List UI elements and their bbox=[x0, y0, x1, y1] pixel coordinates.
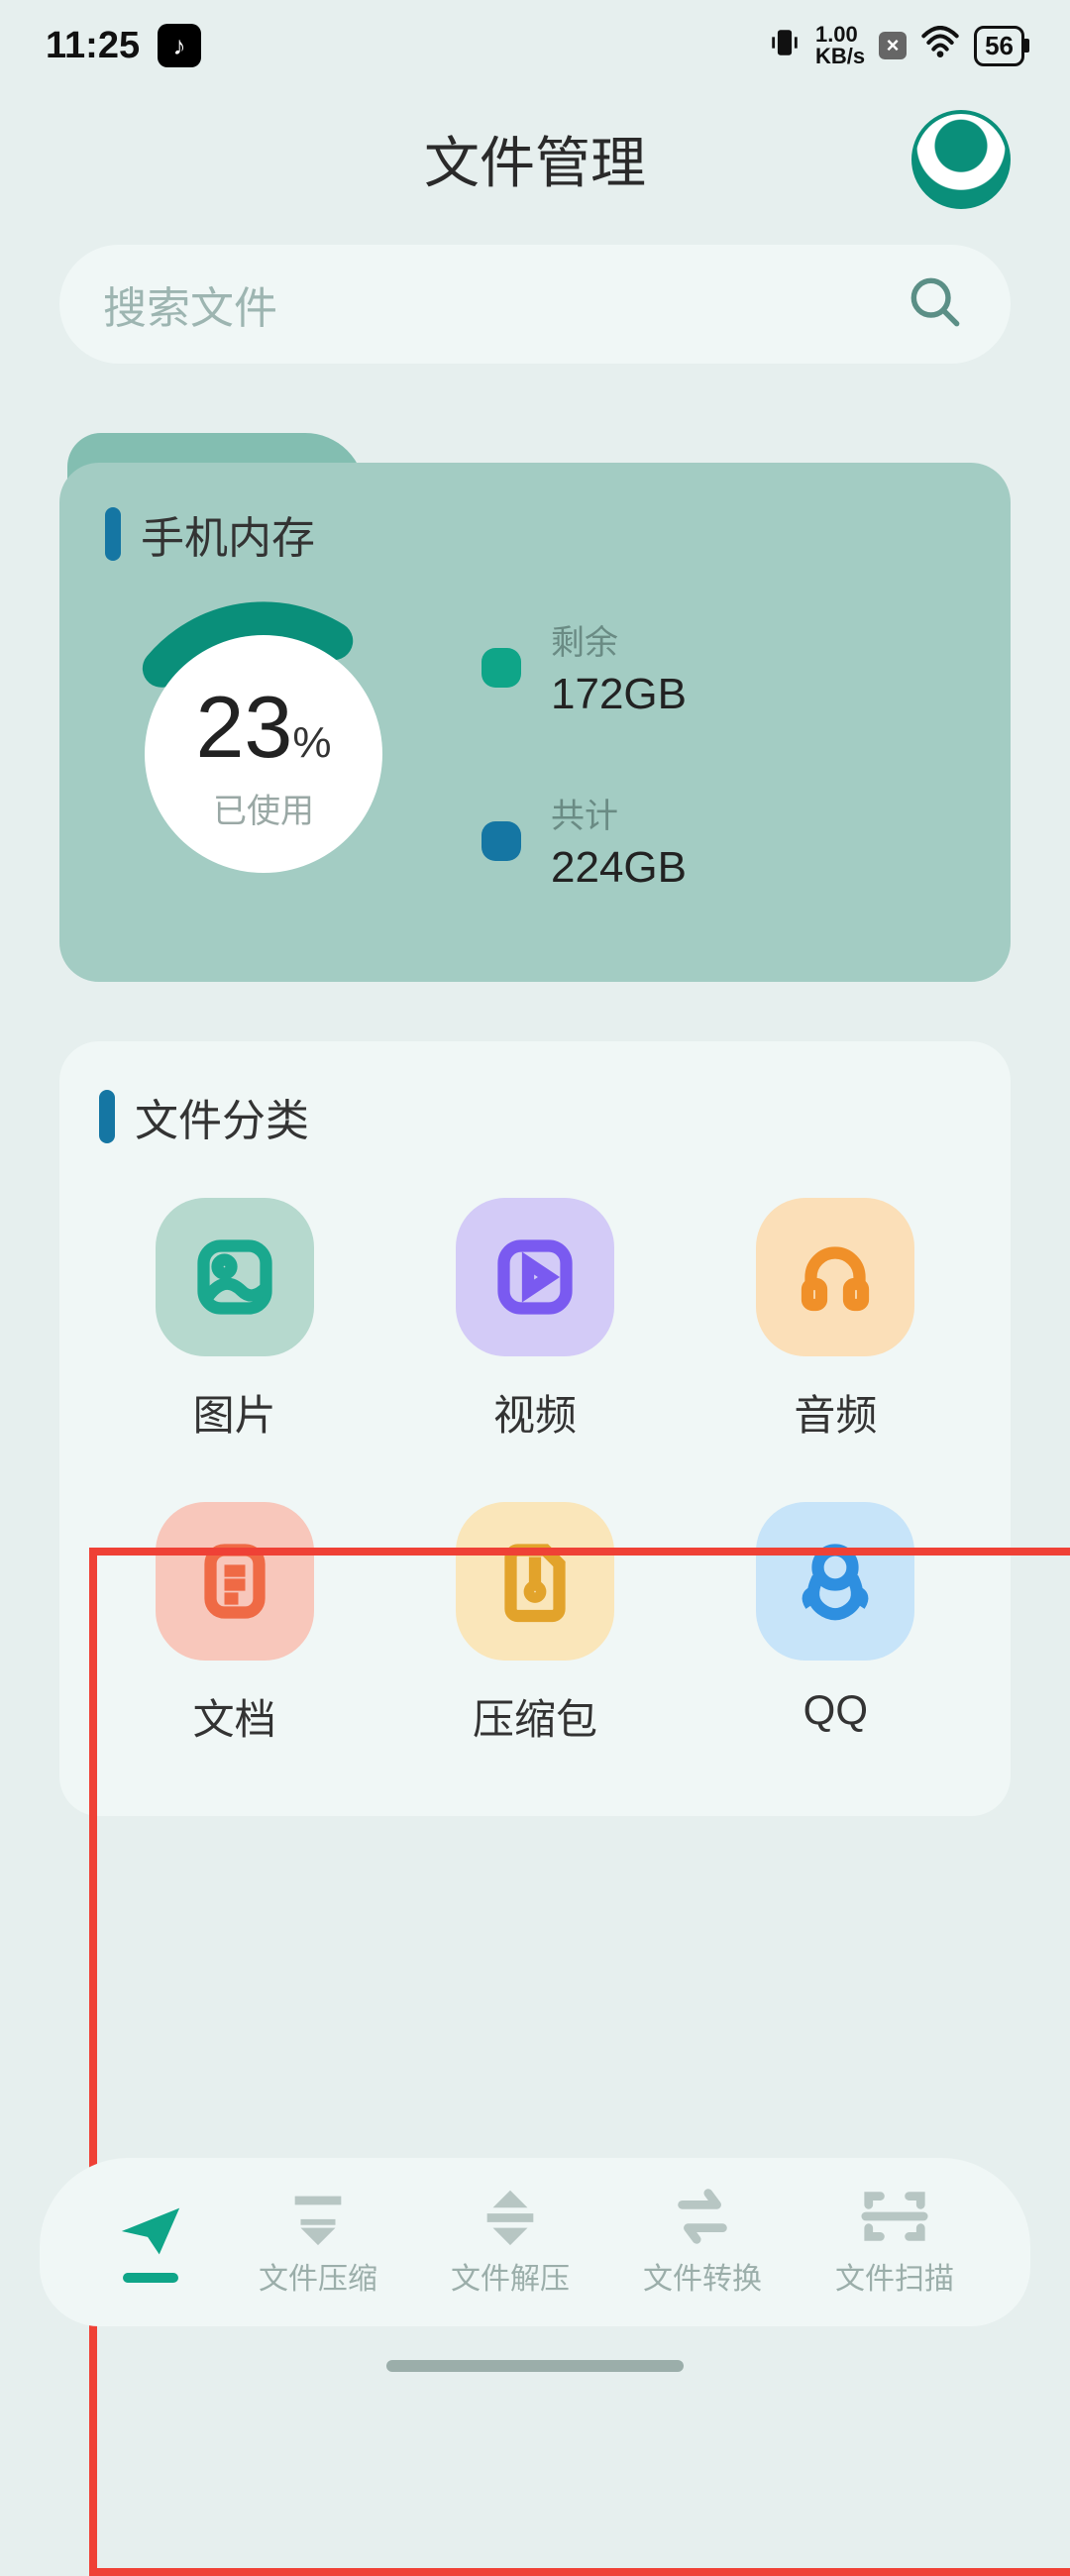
category-qq[interactable]: QQ bbox=[756, 1502, 914, 1747]
status-time: 11:25 bbox=[46, 25, 140, 67]
categories-card: 文件分类 图片 视频 音频 文档 bbox=[59, 1041, 1011, 1816]
category-video[interactable]: 视频 bbox=[456, 1198, 614, 1443]
storage-card[interactable]: 手机内存 23% 已使用 剩余 172GB bbox=[59, 463, 1011, 982]
tab-compress[interactable]: 文件压缩 bbox=[259, 2187, 377, 2298]
search-icon bbox=[910, 276, 961, 333]
header: 文件管理 bbox=[0, 119, 1070, 199]
network-speed: 1.00 KB/s bbox=[815, 24, 865, 67]
search-placeholder: 搜索文件 bbox=[103, 272, 277, 336]
qq-penguin-icon bbox=[756, 1502, 914, 1661]
tiktok-icon: ♪ bbox=[158, 24, 201, 67]
category-docs[interactable]: 文档 bbox=[156, 1502, 314, 1747]
storage-total: 共计 224GB bbox=[482, 789, 965, 893]
search-input[interactable]: 搜索文件 bbox=[59, 245, 1011, 364]
status-bar: 11:25 ♪ 1.00 KB/s × 56 bbox=[0, 0, 1070, 75]
category-archive[interactable]: 压缩包 bbox=[456, 1502, 614, 1747]
section-marker-icon bbox=[105, 507, 121, 561]
tab-home[interactable] bbox=[116, 2201, 185, 2283]
category-audio[interactable]: 音频 bbox=[756, 1198, 914, 1443]
scan-icon bbox=[860, 2187, 929, 2246]
tab-decompress[interactable]: 文件解压 bbox=[451, 2187, 570, 2298]
video-icon bbox=[456, 1198, 614, 1356]
zip-icon bbox=[456, 1502, 614, 1661]
paper-plane-icon bbox=[116, 2201, 185, 2261]
storage-used-pct: 23 bbox=[195, 678, 292, 776]
decompress-icon bbox=[476, 2187, 545, 2246]
convert-icon bbox=[668, 2187, 737, 2246]
category-images[interactable]: 图片 bbox=[156, 1198, 314, 1443]
wifi-icon bbox=[920, 26, 960, 66]
image-icon bbox=[156, 1198, 314, 1356]
storage-used-label: 已使用 bbox=[213, 784, 314, 832]
storage-gauge: 23% 已使用 bbox=[105, 595, 422, 912]
battery-icon: 56 bbox=[974, 26, 1024, 66]
vibrate-icon bbox=[768, 26, 802, 66]
section-marker-icon bbox=[99, 1090, 115, 1143]
bottom-nav: 文件压缩 文件解压 文件转换 文件扫描 bbox=[40, 2158, 1030, 2326]
tab-convert[interactable]: 文件转换 bbox=[643, 2187, 762, 2298]
headphones-icon bbox=[756, 1198, 914, 1356]
home-indicator bbox=[386, 2360, 684, 2372]
x-icon: × bbox=[879, 32, 907, 59]
storage-remaining: 剩余 172GB bbox=[482, 615, 965, 719]
avatar[interactable] bbox=[911, 110, 1011, 209]
page-title: 文件管理 bbox=[424, 119, 646, 199]
compress-icon bbox=[283, 2187, 353, 2246]
categories-title: 文件分类 bbox=[135, 1085, 309, 1148]
dot-blue-icon bbox=[482, 821, 521, 861]
document-icon bbox=[156, 1502, 314, 1661]
tab-scan[interactable]: 文件扫描 bbox=[835, 2187, 954, 2298]
dot-green-icon bbox=[482, 648, 521, 688]
